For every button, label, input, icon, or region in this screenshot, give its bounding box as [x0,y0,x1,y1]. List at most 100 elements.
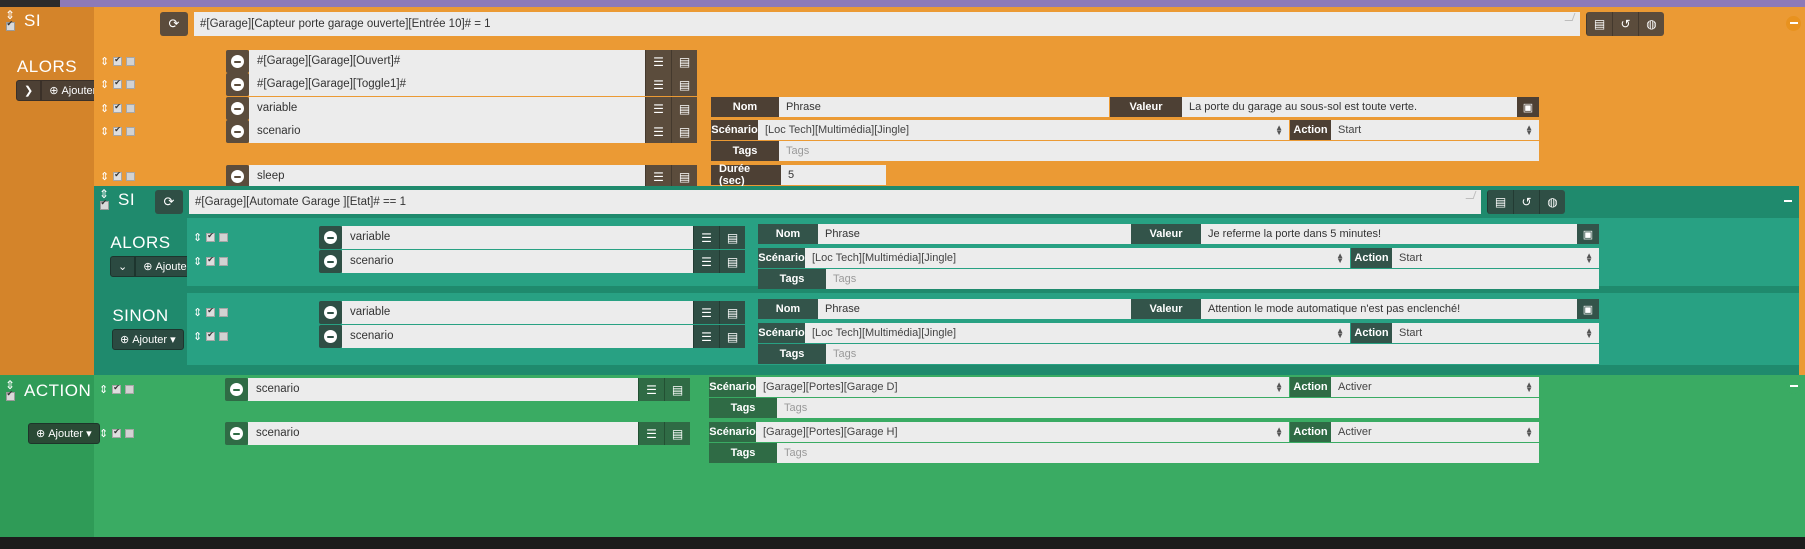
action-name-input[interactable]: variable [342,301,693,324]
action-row-handles[interactable]: ⇕ [99,383,135,396]
action-row-handles[interactable]: ⇕ [100,102,136,115]
nested-if-log-button[interactable]: ▤ [1487,190,1513,214]
action-row-handles[interactable]: ⇕ [193,255,229,268]
action-row-handles[interactable]: ⇕ [100,125,136,138]
action-remove-badge[interactable] [225,378,248,401]
action-grid-button[interactable]: ▤ [671,120,697,143]
action-select-checkbox[interactable] [125,429,135,438]
action-select-checkbox[interactable] [126,172,136,181]
action-row-handles[interactable]: ⇕ [193,330,229,343]
nested-else-add-button[interactable]: ⊕ Ajouter ▾ [112,329,184,350]
field-duree-value[interactable]: 5 [781,165,886,185]
action-remove-badge[interactable] [319,250,342,273]
action-list-button[interactable]: ☰ [645,73,671,96]
field-nom-value[interactable]: Phrase [779,97,1109,117]
nested-if-refresh-button[interactable]: ⟳ [155,190,183,214]
field-valeur-value[interactable]: Je referme la porte dans 5 minutes! [1201,224,1577,244]
nested-if-object-button[interactable]: ◍ [1539,190,1565,214]
action-select-checkbox[interactable] [219,332,229,341]
action-name-input[interactable]: variable [249,97,645,120]
action-grid-button[interactable]: ▤ [671,73,697,96]
action-list-button[interactable]: ☰ [645,97,671,120]
if-block-log-button[interactable]: ▤ [1586,12,1612,36]
action-enable-checkbox[interactable] [113,125,123,136]
move-arrow-icon[interactable]: ⇕ [193,231,202,244]
action-select-checkbox[interactable] [219,308,229,317]
action-select-checkbox[interactable] [219,257,229,266]
nested-if-drag-handle[interactable]: ⇕ [98,188,110,210]
action-block-drag-handle[interactable]: ⇕ [4,379,16,401]
move-arrow-icon[interactable]: ⇕ [99,383,108,396]
action-remove-badge[interactable] [226,97,249,120]
action-enable-checkbox[interactable] [112,383,122,394]
nested-if-enable-checkbox[interactable] [99,199,109,210]
action-name-input[interactable]: #[Garage][Garage][Ouvert]# [249,50,645,73]
action-select-checkbox[interactable] [126,80,136,89]
move-arrow-icon[interactable]: ⇕ [99,427,108,440]
if-block-history-button[interactable]: ↺ [1612,12,1638,36]
action-remove-badge[interactable] [319,226,342,249]
action-list-button[interactable]: ☰ [645,50,671,73]
action-grid-button[interactable]: ▤ [719,250,745,273]
action-name-input[interactable]: sleep [249,165,645,188]
move-arrow-icon[interactable]: ⇕ [100,102,109,115]
if-block-refresh-button[interactable]: ⟳ [160,12,188,36]
action-enable-checkbox[interactable] [113,55,123,66]
action-remove-badge[interactable] [226,165,249,188]
action-grid-button[interactable]: ▤ [671,165,697,188]
action-remove-badge[interactable] [319,301,342,324]
move-arrow-icon[interactable]: ⇕ [193,330,202,343]
action-list-button[interactable]: ☰ [638,422,664,445]
action-remove-badge[interactable] [319,325,342,348]
field-scenario-select[interactable]: [Loc Tech][Multimédia][Jingle] ▲ ▼ [758,120,1289,140]
action-name-input[interactable]: #[Garage][Garage][Toggle1]# [249,73,645,96]
field-tags-input[interactable]: Tags [777,443,1539,463]
action-remove-badge[interactable] [226,50,249,73]
action-enable-checkbox[interactable] [113,78,123,89]
field-action-select[interactable]: Start ▲ ▼ [1392,323,1599,343]
move-arrow-icon[interactable]: ⇕ [193,306,202,319]
if-block-remove-button[interactable] [1786,16,1801,31]
action-grid-button[interactable]: ▤ [719,226,745,249]
action-name-input[interactable]: variable [342,226,693,249]
action-remove-badge[interactable] [226,73,249,96]
action-list-button[interactable]: ☰ [638,378,664,401]
field-scenario-select[interactable]: [Loc Tech][Multimédia][Jingle] ▲ ▼ [805,248,1350,268]
move-arrow-icon[interactable]: ⇕ [100,78,109,91]
action-remove-badge[interactable] [226,120,249,143]
keyboard-icon-button[interactable]: ▣ [1577,224,1599,244]
action-block-remove-button[interactable] [1786,379,1801,394]
move-arrow-icon[interactable]: ⇕ [100,55,109,68]
collapse-chevron-button[interactable]: ❯ [16,80,42,101]
action-block-enable-checkbox[interactable] [5,390,15,401]
action-grid-button[interactable]: ▤ [671,97,697,120]
action-select-checkbox[interactable] [126,104,136,113]
field-action-select[interactable]: Activer ▲ ▼ [1331,377,1539,397]
move-arrow-icon[interactable]: ⇕ [100,170,109,183]
action-block-add-button[interactable]: ⊕ Ajouter ▾ [28,423,100,444]
if-block-enable-checkbox[interactable] [5,20,15,31]
action-list-button[interactable]: ☰ [693,226,719,249]
action-enable-checkbox[interactable] [206,306,216,317]
field-action-select[interactable]: Activer ▲ ▼ [1331,422,1539,442]
field-tags-input[interactable]: Tags [826,269,1599,289]
nested-if-history-button[interactable]: ↺ [1513,190,1539,214]
field-valeur-value[interactable]: Attention le mode automatique n'est pas … [1201,299,1577,319]
action-grid-button[interactable]: ▤ [664,422,690,445]
action-enable-checkbox[interactable] [206,231,216,242]
action-list-button[interactable]: ☰ [693,325,719,348]
keyboard-icon-button[interactable]: ▣ [1577,299,1599,319]
field-tags-input[interactable]: Tags [779,141,1539,161]
move-arrow-icon[interactable]: ⇕ [100,125,109,138]
move-arrow-icon[interactable]: ⇕ [193,255,202,268]
action-enable-checkbox[interactable] [206,330,216,341]
action-list-button[interactable]: ☰ [693,301,719,324]
if-block-drag-handle[interactable]: ⇕ [4,9,16,31]
action-row-handles[interactable]: ⇕ [100,55,136,68]
nested-if-remove-button[interactable] [1780,194,1795,209]
action-list-button[interactable]: ☰ [693,250,719,273]
action-remove-badge[interactable] [225,422,248,445]
action-select-checkbox[interactable] [219,233,229,242]
field-scenario-select[interactable]: [Loc Tech][Multimédia][Jingle] ▲ ▼ [805,323,1350,343]
action-grid-button[interactable]: ▤ [719,325,745,348]
